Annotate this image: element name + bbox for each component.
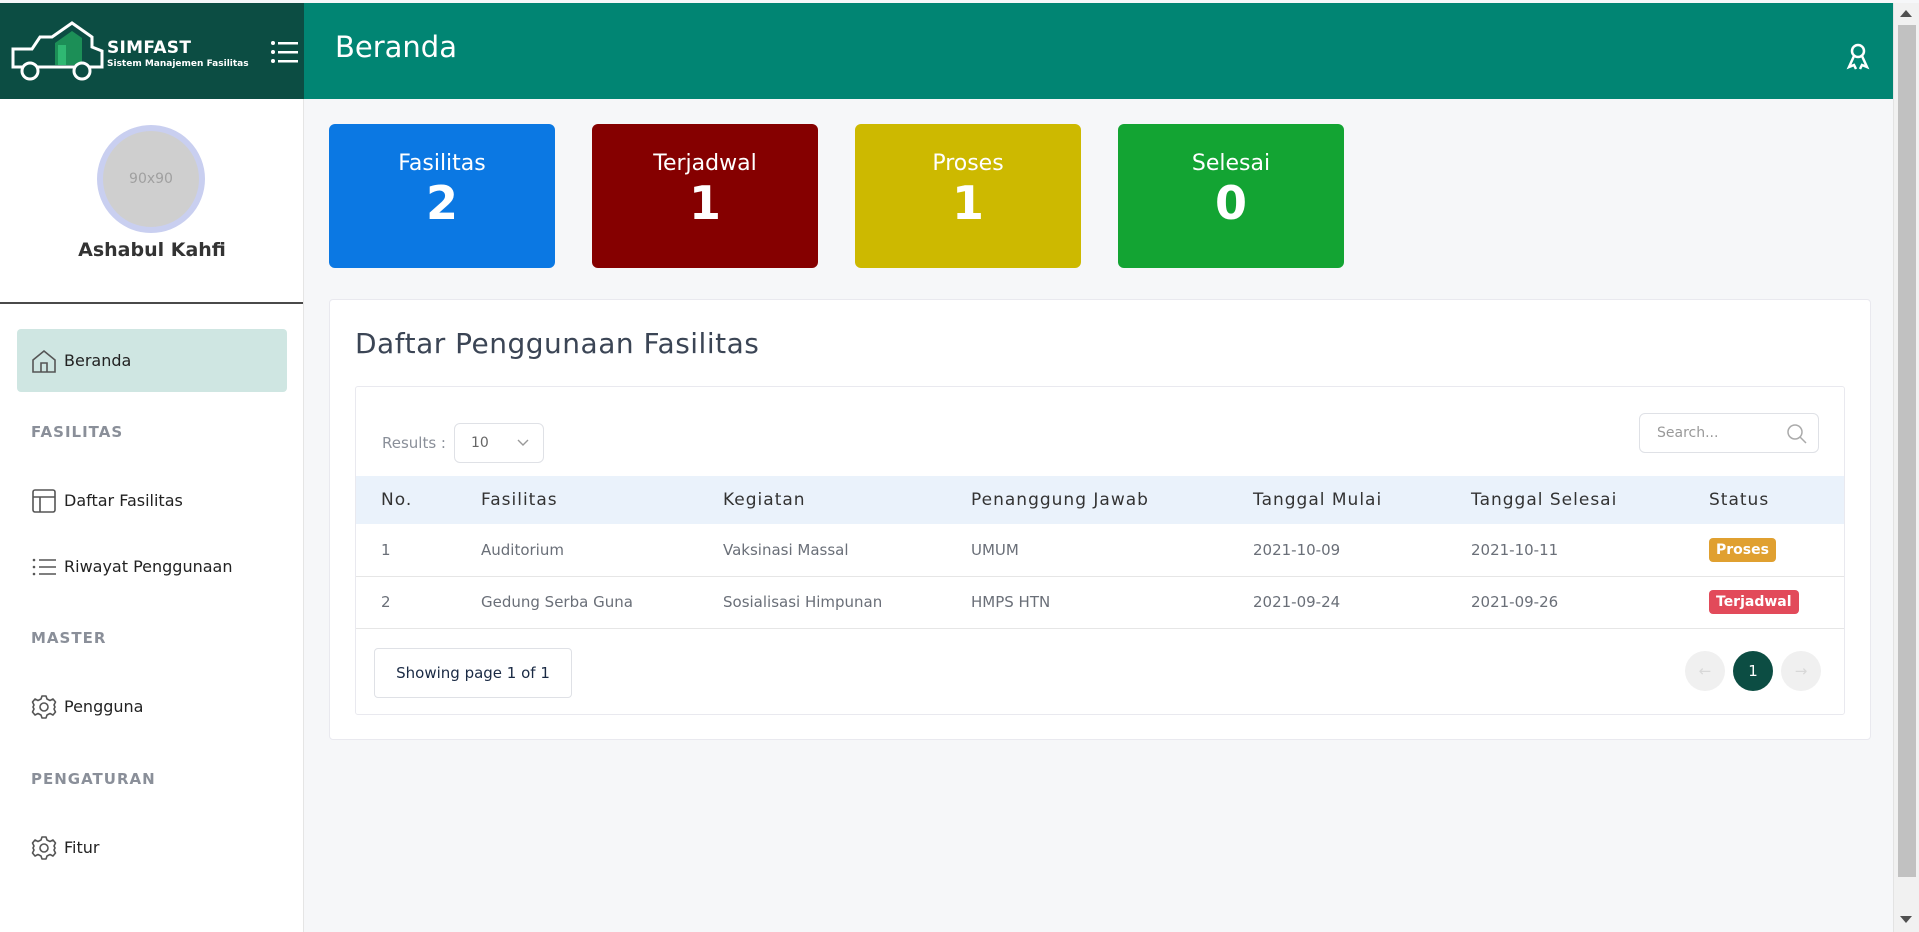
truck-logo-icon — [11, 21, 104, 81]
sidebar-heading-pengaturan: PENGATURAN — [31, 770, 156, 788]
brand-title: SIMFAST — [107, 38, 192, 58]
sidebar-item-riwayat-penggunaan[interactable]: Riwayat Penggunaan — [17, 535, 287, 598]
table-row[interactable]: 2 Gedung Serba Guna Sosialisasi Himpunan… — [356, 576, 1844, 629]
column-header[interactable]: Fasilitas — [481, 476, 723, 524]
gear-icon — [31, 835, 57, 860]
page-scrollbar[interactable] — [1893, 3, 1919, 932]
usage-table: No. Fasilitas Kegiatan Penanggung Jawab … — [356, 476, 1844, 629]
cell-tanggal-mulai: 2021-10-09 — [1253, 524, 1471, 577]
cell-tanggal-selesai: 2021-09-26 — [1471, 576, 1709, 629]
page-button-1[interactable]: 1 — [1733, 651, 1773, 691]
column-header[interactable]: No. — [356, 476, 481, 524]
sidebar-item-label: Fitur — [64, 838, 100, 857]
column-header[interactable]: Kegiatan — [723, 476, 971, 524]
cell-fasilitas: Gedung Serba Guna — [481, 576, 723, 629]
search-box[interactable] — [1639, 413, 1819, 453]
stat-card-proses[interactable]: Proses 1 — [855, 124, 1081, 268]
stat-label: Terjadwal — [653, 151, 757, 176]
search-icon[interactable] — [1786, 423, 1808, 445]
scroll-thumb[interactable] — [1898, 25, 1916, 877]
layout-icon — [32, 488, 56, 513]
prev-page-button[interactable]: ← — [1685, 651, 1725, 691]
chevron-down-icon — [517, 439, 529, 446]
sidebar-heading-fasilitas: FASILITAS — [31, 423, 124, 441]
cell-status: Proses — [1709, 524, 1844, 577]
usage-panel: Daftar Penggunaan Fasilitas Results : 10… — [329, 299, 1871, 740]
brand-text: SIMFAST Sistem Manajemen Fasilitas — [107, 38, 249, 69]
results-control: Results : 10 — [382, 423, 544, 463]
table-header-row: No. Fasilitas Kegiatan Penanggung Jawab … — [356, 476, 1844, 524]
sidebar-item-label: Pengguna — [64, 697, 144, 716]
brand-subtitle: Sistem Manajemen Fasilitas — [107, 59, 249, 69]
stat-value: 1 — [688, 176, 721, 230]
column-header[interactable]: Tanggal Selesai — [1471, 476, 1709, 524]
sidebar-item-label: Daftar Fasilitas — [64, 491, 183, 510]
cell-status: Terjadwal — [1709, 576, 1844, 629]
sidebar-item-label: Beranda — [64, 351, 132, 370]
cell-kegiatan: Sosialisasi Himpunan — [723, 576, 971, 629]
stat-value: 0 — [1214, 176, 1247, 230]
profile-section: 90x90 Ashabul Kahfi — [0, 99, 303, 304]
sidebar-item-daftar-fasilitas[interactable]: Daftar Fasilitas — [17, 469, 287, 532]
stat-label: Selesai — [1191, 151, 1271, 176]
stat-card-terjadwal[interactable]: Terjadwal 1 — [592, 124, 818, 268]
table-row[interactable]: 1 Auditorium Vaksinasi Massal UMUM 2021-… — [356, 524, 1844, 577]
brand: SIMFAST Sistem Manajemen Fasilitas — [0, 3, 304, 99]
cell-tanggal-selesai: 2021-10-11 — [1471, 524, 1709, 577]
search-input[interactable] — [1657, 425, 1777, 441]
menu-toggle-icon[interactable] — [270, 39, 300, 65]
sidebar-item-pengguna[interactable]: Pengguna — [17, 675, 287, 738]
sidebar-heading-master: MASTER — [31, 629, 107, 647]
pagination-info: Showing page 1 of 1 — [374, 648, 572, 698]
results-label: Results : — [382, 434, 446, 452]
column-header[interactable]: Status — [1709, 476, 1844, 524]
stat-value: 1 — [951, 176, 984, 230]
sidebar-item-label: Riwayat Penggunaan — [64, 557, 233, 576]
scroll-down-arrow-icon[interactable] — [1900, 916, 1912, 923]
next-page-button[interactable]: → — [1781, 651, 1821, 691]
column-header[interactable]: Penanggung Jawab — [971, 476, 1253, 524]
status-badge: Terjadwal — [1709, 590, 1799, 614]
panel-title: Daftar Penggunaan Fasilitas — [355, 327, 760, 360]
sidebar: 90x90 Ashabul Kahfi Beranda FASILITAS Da… — [0, 99, 304, 932]
pagination: ← 1 → — [1685, 651, 1821, 691]
profile-name: Ashabul Kahfi — [78, 239, 226, 261]
cell-kegiatan: Vaksinasi Massal — [723, 524, 971, 577]
column-header[interactable]: Tanggal Mulai — [1253, 476, 1471, 524]
cell-no: 2 — [356, 576, 481, 629]
cell-no: 1 — [356, 524, 481, 577]
cell-penanggung-jawab: HMPS HTN — [971, 576, 1253, 629]
home-icon — [32, 349, 56, 373]
top-bar: Beranda — [304, 3, 1893, 99]
cell-penanggung-jawab: UMUM — [971, 524, 1253, 577]
table-container: Results : 10 No. Fasilitas Kegiatan Pena… — [355, 386, 1845, 715]
status-badge: Proses — [1709, 537, 1776, 562]
sidebar-item-beranda[interactable]: Beranda — [17, 329, 287, 392]
stat-label: Proses — [932, 151, 1004, 176]
page-title: Beranda — [335, 30, 457, 64]
stat-card-fasilitas[interactable]: Fasilitas 2 — [329, 124, 555, 268]
avatar-placeholder-text: 90x90 — [129, 171, 173, 187]
avatar: 90x90 — [97, 125, 205, 233]
stat-card-selesai[interactable]: Selesai 0 — [1118, 124, 1344, 268]
results-select[interactable]: 10 — [453, 423, 544, 463]
scroll-up-arrow-icon[interactable] — [1900, 10, 1912, 17]
results-value: 10 — [470, 435, 489, 451]
user-icon[interactable] — [1843, 41, 1873, 71]
sidebar-item-fitur[interactable]: Fitur — [17, 816, 287, 879]
list-icon — [32, 558, 56, 575]
gear-icon — [31, 694, 57, 719]
stat-value: 2 — [425, 176, 458, 230]
cell-fasilitas: Auditorium — [481, 524, 723, 577]
stat-label: Fasilitas — [398, 151, 486, 176]
cell-tanggal-mulai: 2021-09-24 — [1253, 576, 1471, 629]
